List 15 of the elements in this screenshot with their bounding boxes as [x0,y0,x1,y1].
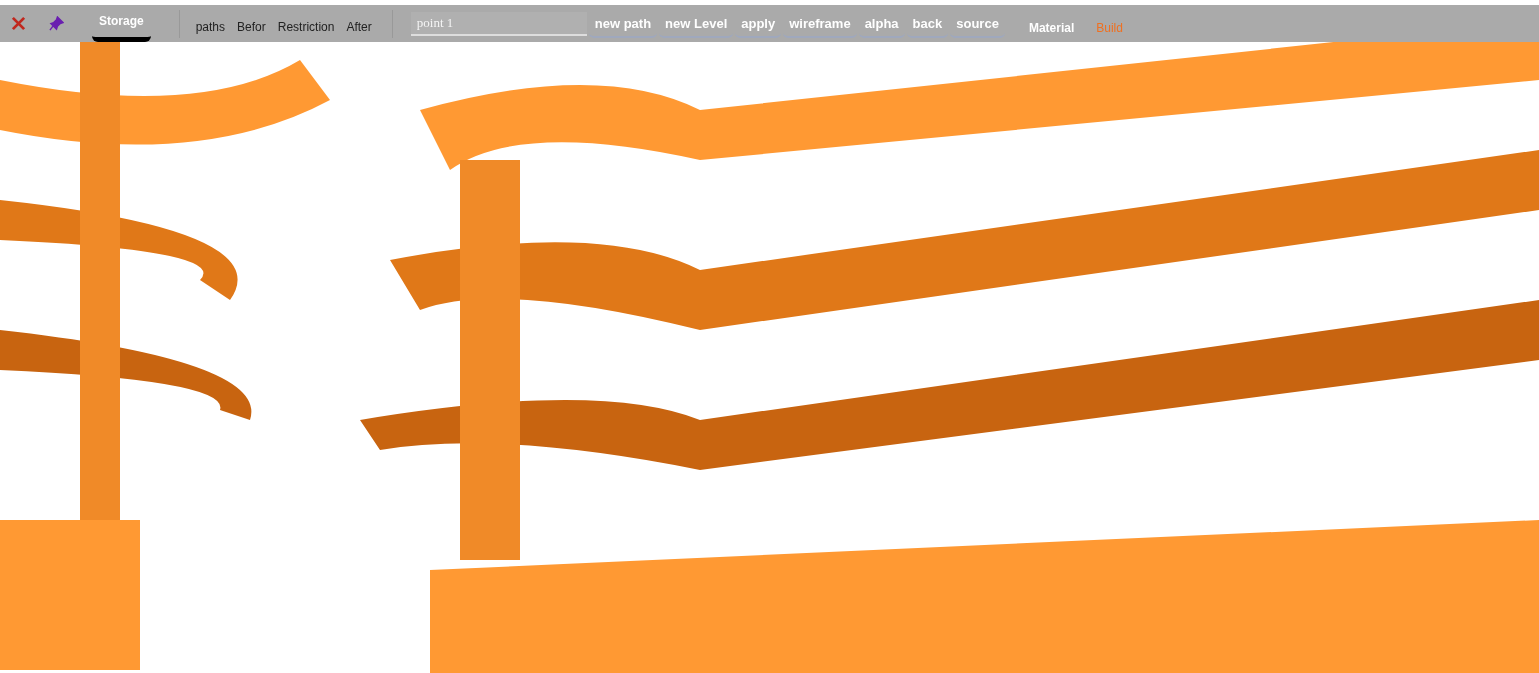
toolbar-button[interactable]: back [906,9,949,38]
tab[interactable]: Restriction [271,5,341,42]
toolbar-button[interactable]: new Level [659,9,734,38]
mode-tab[interactable]: Material [1020,12,1083,35]
toolbar-button[interactable]: apply [735,9,782,38]
toolbar-button[interactable]: new path [588,9,658,38]
toolbar-button[interactable]: wireframe [783,9,857,38]
tab[interactable]: Befor [231,5,272,42]
search-field[interactable]: point 1 [410,11,587,36]
toolbar-button[interactable]: alpha [858,9,905,38]
tab[interactable]: paths [189,5,232,42]
tab[interactable]: After [340,5,378,42]
toolbar-button[interactable]: source [950,9,1005,38]
tab[interactable]: Storage [92,5,151,42]
mode-tab[interactable]: Build [1088,12,1131,35]
